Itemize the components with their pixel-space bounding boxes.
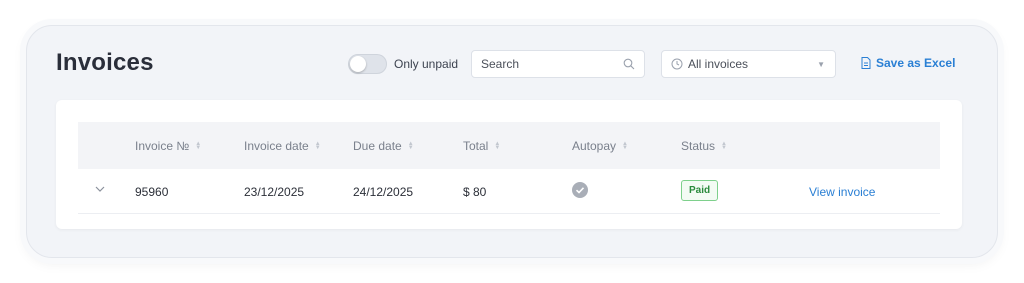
column-header-total[interactable]: Total ▲ ▼ xyxy=(463,139,500,153)
sort-icon: ▲ ▼ xyxy=(195,141,202,151)
page-title: Invoices xyxy=(56,49,154,76)
cell-total: $ 80 xyxy=(463,185,487,199)
invoices-table-panel: Invoice № ▲ ▼ Invoice date ▲ ▼ Due date ▲ ▼… xyxy=(56,100,962,229)
cell-invoice-no: 95960 xyxy=(135,185,169,199)
sort-icon: ▲ ▼ xyxy=(314,141,321,151)
sort-icon: ▲ ▼ xyxy=(721,141,727,151)
table-header: Invoice № ▲ ▼ Invoice date ▲ ▼ Due date ▲ ▼… xyxy=(78,122,940,169)
column-header-invoice-date[interactable]: Invoice date ▲ ▼ xyxy=(244,139,321,153)
save-as-excel-label: Save as Excel xyxy=(876,56,956,70)
caret-down-icon: ▼ xyxy=(817,60,825,69)
column-header-due-date[interactable]: Due date ▲ ▼ xyxy=(353,139,414,153)
cell-due-date: 24/12/2025 xyxy=(353,185,414,199)
column-header-autopay[interactable]: Autopay ▲ ▼ xyxy=(572,139,628,153)
save-as-excel-button[interactable]: Save as Excel xyxy=(861,56,955,70)
invoices-card: Invoices Only unpaid All invoices ▼ Save… xyxy=(26,25,998,258)
document-icon xyxy=(861,57,871,69)
check-circle-icon xyxy=(572,182,588,198)
sort-icon: ▲ ▼ xyxy=(407,141,414,151)
column-header-status[interactable]: Status ▲ ▼ xyxy=(681,139,727,153)
search-input[interactable] xyxy=(481,57,621,71)
only-unpaid-toggle[interactable] xyxy=(348,54,387,74)
clock-icon xyxy=(671,58,683,70)
only-unpaid-label: Only unpaid xyxy=(394,57,459,71)
cell-invoice-date: 23/12/2025 xyxy=(244,185,305,199)
sort-icon: ▲ ▼ xyxy=(494,141,501,151)
status-badge: Paid xyxy=(681,180,719,201)
view-invoice-link[interactable]: View invoice xyxy=(809,185,875,199)
invoice-filter-select[interactable]: All invoices ▼ xyxy=(661,50,836,78)
column-header-invoice-no[interactable]: Invoice № ▲ ▼ xyxy=(135,139,201,153)
table-row[interactable]: 95960 23/12/2025 24/12/2025 $ 80 Paid Vi… xyxy=(78,169,940,214)
search-box[interactable] xyxy=(471,50,645,78)
toggle-knob xyxy=(350,56,366,72)
chevron-down-icon[interactable] xyxy=(94,183,106,195)
filter-selected-value: All invoices xyxy=(688,57,749,71)
only-unpaid-toggle-group[interactable]: Only unpaid xyxy=(348,54,458,74)
sort-icon: ▲ ▼ xyxy=(622,141,628,151)
search-icon[interactable] xyxy=(623,58,635,70)
